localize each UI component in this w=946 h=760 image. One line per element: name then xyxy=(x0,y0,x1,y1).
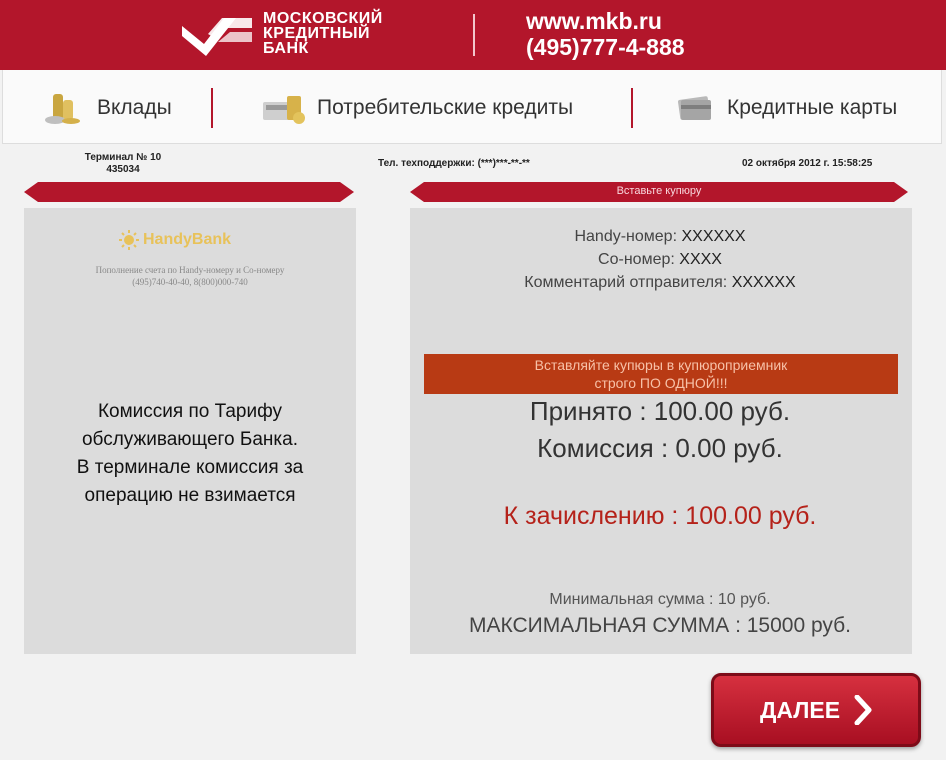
minimum-sum: Минимальная сумма : 10 руб. xyxy=(549,591,771,608)
comment-value: XXXXXX xyxy=(731,274,796,291)
website-text: www.mkb.ru xyxy=(526,8,662,34)
bank-name-line3: БАНК xyxy=(263,40,309,57)
co-number-row: Со-номер: XXXX xyxy=(410,251,910,269)
menu-item-consumer-loans[interactable]: Потребительские кредиты xyxy=(261,88,573,128)
payment-panel: Handy-номер: XXXXXX Со-номер: XXXX Комме… xyxy=(410,208,912,654)
commission-note-line: Комиссия по Тарифу xyxy=(97,401,283,422)
menu-item-label: Потребительские кредиты xyxy=(317,96,574,119)
menu-item-deposits[interactable]: Вклады xyxy=(41,88,172,128)
terminal-number: Терминал № 10 xyxy=(84,152,162,163)
handy-number-value: XXXXXX xyxy=(681,228,746,245)
maximum-sum: МАКСИМАЛЬНАЯ СУММА : 15000 руб. xyxy=(468,614,852,637)
next-button-label: ДАЛЕЕ xyxy=(759,696,841,723)
accepted-amount: Принято : 100.00 руб. xyxy=(529,396,791,426)
bank-name-line1: МОСКОВСКИЙ xyxy=(263,10,383,27)
calculator-icon xyxy=(263,96,305,124)
menu-item-label: Кредитные карты xyxy=(727,96,898,119)
provider-info-panel: HandyBank Пополнение счета по Handy-номе… xyxy=(24,208,356,654)
coins-icon xyxy=(45,94,80,124)
menu-divider xyxy=(211,88,213,128)
co-number-label: Со-номер: xyxy=(598,251,675,268)
commission-note: Комиссия по Тарифу обслуживающего Банка.… xyxy=(42,398,338,510)
datetime-stamp: 02 октября 2012 г. 15:58:25 xyxy=(742,158,873,169)
commission-note-line: обслуживающего Банка. xyxy=(81,429,298,450)
top-menu: Вклады Потребительские кредиты Кредитные… xyxy=(2,70,942,144)
menu-divider xyxy=(631,88,633,128)
next-button[interactable]: ДАЛЕЕ xyxy=(711,673,921,747)
provider-description-line: (495)740-40-40, 8(800)000-740 xyxy=(132,277,248,287)
commission-note-line: В терминале комиссия за xyxy=(76,457,304,478)
warning-line: Вставляйте купюры в купюроприемник xyxy=(534,357,788,373)
header-bar: МОСКОВСКИЙ КРЕДИТНЫЙ БАНК www.mkb.ru (49… xyxy=(0,0,946,70)
handy-number-row: Handy-номер: XXXXXX xyxy=(410,228,910,246)
provider-description-line: Пополнение счета по Handy-номеру и Со-но… xyxy=(95,265,285,275)
card-stack-icon xyxy=(678,96,711,120)
menu-item-label: Вклады xyxy=(97,96,172,119)
provider-description: Пополнение счета по Handy-номеру и Со-но… xyxy=(42,264,338,288)
menu-item-credit-cards[interactable]: Кредитные карты xyxy=(671,88,897,128)
right-panel-ribbon: Вставьте купюру xyxy=(410,182,908,202)
provider-logo: HandyBank xyxy=(119,230,231,250)
commission-note-line: операцию не взимается xyxy=(84,485,296,506)
insert-banknote-title: Вставьте купюру xyxy=(616,185,702,197)
bank-logo-icon xyxy=(182,18,252,56)
sun-icon xyxy=(119,230,139,250)
handy-number-label: Handy-номер: xyxy=(574,228,678,245)
chevron-right-icon xyxy=(854,695,872,725)
comment-row: Комментарий отправителя: XXXXXX xyxy=(410,274,910,292)
terminal-id: 435034 xyxy=(106,164,140,175)
bank-name-line2: КРЕДИТНЫЙ xyxy=(263,25,370,42)
comment-label: Комментарий отправителя: xyxy=(524,274,728,291)
insert-one-by-one-warning: Вставляйте купюры в купюроприемник строг… xyxy=(424,354,898,394)
terminal-info: Терминал № 10 435034 xyxy=(78,152,168,176)
co-number-value: XXXX xyxy=(679,251,722,268)
hotline-phone: (495)777-4-888 xyxy=(526,34,685,60)
commission-amount: Комиссия : 0.00 руб. xyxy=(537,433,783,463)
left-panel-ribbon xyxy=(24,182,354,202)
to-credit-amount: К зачислению : 100.00 руб. xyxy=(503,502,817,530)
support-phone: Тел. техподдержки: (***)***-**-** xyxy=(378,158,530,169)
warning-line: строго ПО ОДНОЙ!!! xyxy=(594,375,728,391)
provider-logo-text: HandyBank xyxy=(143,231,232,248)
header-divider xyxy=(473,14,475,56)
bank-name: МОСКОВСКИЙ КРЕДИТНЫЙ БАНК xyxy=(263,10,383,57)
